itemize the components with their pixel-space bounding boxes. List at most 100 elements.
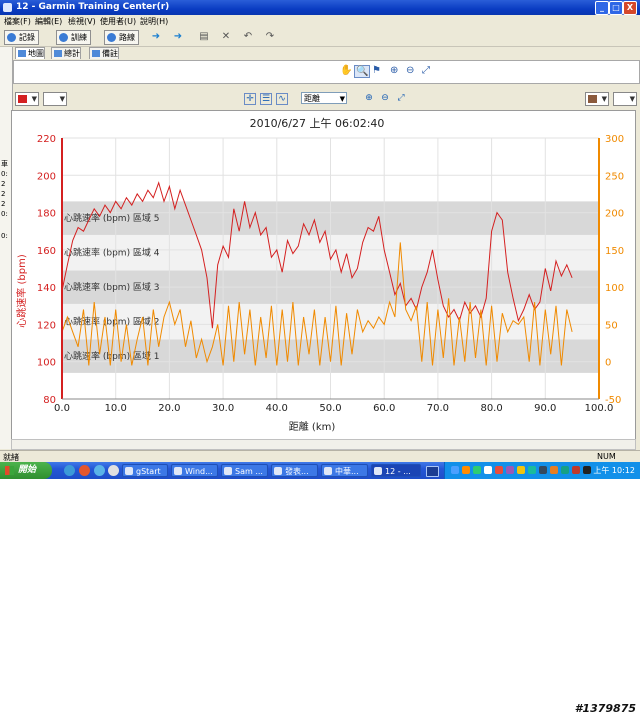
chevron-down-icon: ▼ (601, 95, 607, 103)
delete-icon[interactable]: ✕ (220, 32, 232, 42)
y-tick-label: 160 (37, 246, 56, 257)
quicklaunch-messenger-icon[interactable] (94, 465, 105, 476)
right-color-picker[interactable]: ▼ (585, 92, 609, 106)
keyboard-icon[interactable] (426, 466, 439, 477)
x-tick-label: 30.0 (212, 403, 234, 414)
task-post[interactable]: 發表... (271, 464, 318, 477)
tab-notes[interactable]: 備註 (89, 47, 119, 59)
tray-icon[interactable] (550, 466, 558, 474)
secondary-color-picker[interactable]: ▼ (43, 92, 67, 106)
right-color-swatch (588, 95, 597, 103)
training-label: 訓練 (71, 33, 87, 42)
tray-icon[interactable] (517, 466, 525, 474)
zoom-fit-icon[interactable]: ⤢ (422, 65, 430, 76)
tray-icon[interactable] (473, 466, 481, 474)
tray-icon[interactable] (528, 466, 536, 474)
quicklaunch-ie-icon[interactable] (64, 465, 75, 476)
y2-tick-label: 300 (605, 134, 624, 145)
task-icon (224, 467, 232, 475)
tab-totals[interactable]: 總計 (51, 47, 81, 59)
start-button[interactable]: 開始 (0, 462, 52, 479)
tray-icon[interactable] (484, 466, 492, 474)
chart-zoom-in-icon[interactable]: ⊕ (364, 93, 374, 103)
minimize-button[interactable]: _ (595, 1, 609, 15)
crosshair-icon[interactable]: ✛ (244, 93, 256, 105)
zoom-out-icon[interactable]: ⊖ (406, 65, 414, 76)
left-strip-text: 0: (1, 232, 8, 240)
chart-panel: 心跳速率 (bpm) 區域 1 心跳速率 (bpm) 區域 2 心跳速率 (bpm)… (11, 110, 636, 441)
redo-icon[interactable]: ↷ (264, 32, 276, 42)
y2-tick-label: -50 (605, 395, 621, 406)
tray-icon[interactable] (495, 466, 503, 474)
chart-zoom-fit-icon[interactable]: ⤢ (396, 93, 406, 103)
left-strip-text: 2 (1, 180, 6, 188)
menu-help[interactable]: 說明(H) (140, 16, 168, 27)
tray-icon[interactable] (462, 466, 470, 474)
window-titlebar[interactable]: 12 - Garmin Training Center(r) _ □ X (0, 0, 640, 15)
menu-view[interactable]: 檢視(V) (68, 16, 96, 27)
y2-tick-label: 200 (605, 209, 624, 220)
close-button[interactable]: X (623, 1, 637, 15)
flag-icon[interactable]: ⚑ (372, 65, 381, 76)
view-tabs: 地圖 總計 備註 (13, 47, 640, 59)
chart-horizontal-scrollbar[interactable] (11, 439, 636, 450)
totals-icon (54, 50, 62, 57)
x-axis-select[interactable]: 距離 ▼ (301, 92, 347, 104)
zone-label: 心跳速率 (bpm) 區域 5 (64, 212, 160, 224)
task-icon (274, 467, 282, 475)
document-icon[interactable]: ▤ (198, 32, 210, 42)
task-garmin[interactable]: 12 - ... (371, 464, 421, 477)
history-button[interactable]: 記錄 (4, 30, 39, 45)
training-icon (59, 33, 68, 42)
pan-hand-icon[interactable]: ✋ (340, 65, 352, 76)
task-chunghwa[interactable]: 中華... (321, 464, 368, 477)
courses-button[interactable]: 路線 (104, 30, 139, 45)
y2-tick-label: 250 (605, 171, 624, 182)
tray-icon[interactable] (561, 466, 569, 474)
tray-icon[interactable] (451, 466, 459, 474)
menu-user[interactable]: 使用者(U) (100, 16, 136, 27)
x-tick-label: 50.0 (319, 403, 341, 414)
zones-icon[interactable]: ☰ (260, 93, 272, 105)
chart-zoom-out-icon[interactable]: ⊖ (380, 93, 390, 103)
tab-totals-label: 總計 (64, 49, 80, 58)
x-tick-label: 40.0 (266, 403, 288, 414)
task-wind[interactable]: Wind... (171, 464, 218, 477)
zone-label: 心跳速率 (bpm) 區域 4 (64, 247, 160, 259)
y-tick-label: 180 (37, 209, 56, 220)
y2-tick-label: 150 (605, 246, 624, 257)
send-to-device-icon[interactable]: ➜ (150, 32, 162, 42)
smoothing-icon[interactable]: ∿ (276, 93, 288, 105)
menu-edit[interactable]: 編輯(E) (35, 16, 62, 27)
task-gstart[interactable]: gStart (122, 464, 168, 477)
right-secondary-picker[interactable]: ▼ (613, 92, 637, 106)
left-strip-text: 0: (1, 170, 8, 178)
tray-icon[interactable] (583, 466, 591, 474)
tray-icon[interactable] (539, 466, 547, 474)
taskbar: 開始 gStart Wind... Sam ... 發表... 中華... 12… (0, 462, 640, 479)
quicklaunch-desktop-icon[interactable] (108, 465, 119, 476)
x-axis-select-value: 距離 (304, 94, 320, 103)
receive-from-device-icon[interactable]: ➜ (172, 32, 184, 42)
zoom-in-icon[interactable]: ⊕ (390, 65, 398, 76)
tray-icon[interactable] (572, 466, 580, 474)
tab-map[interactable]: 地圖 (15, 47, 45, 59)
task-label: 中華... (335, 467, 359, 476)
x-tick-label: 70.0 (427, 403, 449, 414)
training-button[interactable]: 訓練 (56, 30, 91, 45)
hr-color-swatch (18, 95, 27, 103)
task-label: Sam ... (235, 467, 263, 476)
y2-tick-label: 50 (605, 320, 618, 331)
zoom-select-icon[interactable]: 🔍 (354, 65, 371, 78)
quicklaunch-firefox-icon[interactable] (79, 465, 90, 476)
tray-icon[interactable] (506, 466, 514, 474)
secondary-color-swatch (46, 95, 55, 103)
hr-color-picker[interactable]: ▼ (15, 92, 39, 106)
undo-icon[interactable]: ↶ (242, 32, 254, 42)
start-label: 開始 (18, 465, 37, 475)
task-sam[interactable]: Sam ... (221, 464, 268, 477)
chevron-down-icon: ▼ (339, 95, 345, 103)
heart-rate-chart[interactable]: 心跳速率 (bpm) 區域 1心跳速率 (bpm) 區域 2心跳速率 (bpm)… (12, 111, 635, 440)
maximize-button[interactable]: □ (609, 1, 623, 15)
menu-file[interactable]: 檔案(F) (4, 16, 31, 27)
